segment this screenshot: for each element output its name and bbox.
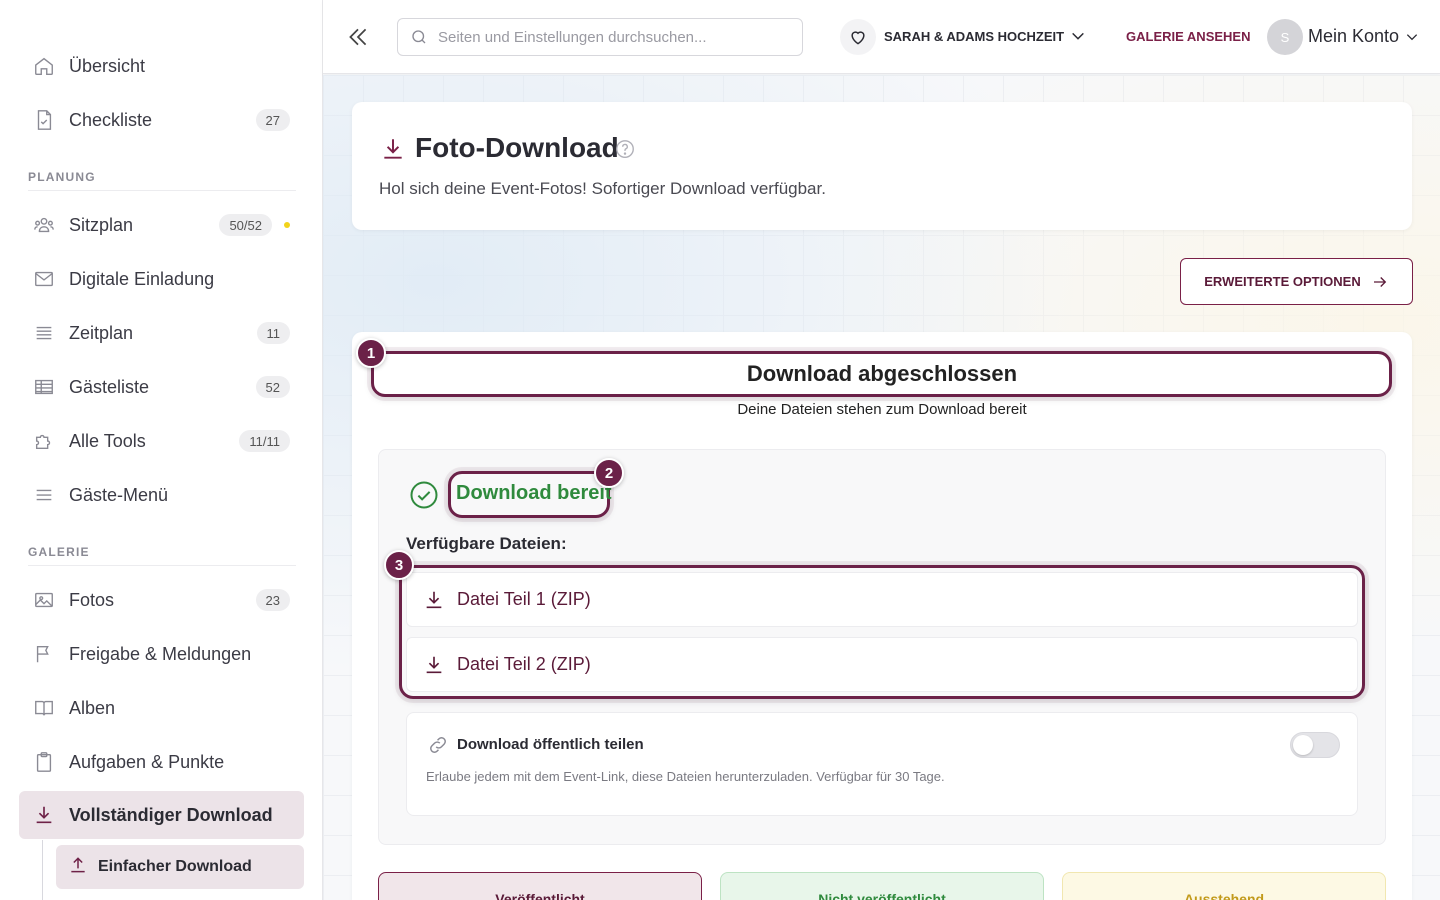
arrow-right-icon: [1373, 276, 1386, 287]
puzzle-icon: [33, 430, 55, 452]
status-subtitle: Deine Dateien stehen zum Download bereit: [737, 401, 1027, 418]
share-description: Erlaube jedem mit dem Event-Link, diese …: [426, 769, 945, 784]
sidebar-subitem-label: Einfacher Download: [98, 858, 252, 875]
view-gallery-link[interactable]: GALERIE ANSEHEN: [1126, 29, 1250, 44]
link-icon: [427, 734, 449, 761]
share-download-card: Download öffentlich teilen Erlaube jedem…: [406, 712, 1358, 816]
sidebar-item-guestlist[interactable]: Gästeliste 52: [19, 363, 304, 411]
sidebar-item-tasks[interactable]: Aufgaben & Punkte: [19, 738, 304, 786]
status-dot: [284, 222, 290, 228]
search-input[interactable]: [438, 28, 798, 46]
count-badge: 52: [255, 376, 290, 398]
sidebar-item-schedule[interactable]: Zeitplan 11: [19, 309, 304, 357]
sidebar-item-label: Digitale Einladung: [69, 268, 215, 289]
highlight-files: [399, 565, 1365, 699]
topbar: SARAH & ADAMS HOCHZEIT GALERIE ANSEHEN S…: [323, 0, 1440, 74]
sidebar-item-invitation[interactable]: Digitale Einladung: [19, 255, 304, 303]
count-badge: 23: [255, 589, 290, 611]
users-icon: [33, 214, 55, 236]
step-marker: 1: [356, 338, 386, 368]
section-divider: [28, 190, 296, 191]
sidebar-item-full-download[interactable]: Vollständiger Download: [19, 791, 304, 839]
sidebar-item-label: Vollständiger Download: [69, 804, 273, 825]
check-circle-icon: [409, 480, 439, 515]
collapse-sidebar-button[interactable]: [345, 24, 371, 50]
sidebar-item-label: Zeitplan: [69, 322, 134, 343]
menu-icon: [33, 484, 55, 506]
book-icon: [33, 697, 55, 719]
sidebar-item-guest-menu[interactable]: Gäste-Menü: [19, 471, 304, 519]
page-header-card: Foto-Download Hol sich deine Event-Fotos…: [352, 102, 1412, 230]
step-marker: 3: [384, 550, 414, 580]
account-menu[interactable]: Mein Konto: [1308, 26, 1399, 47]
sidebar-item-label: Gäste-Menü: [69, 484, 169, 505]
download-icon: [33, 804, 55, 826]
sidebar-item-label: Checkliste: [69, 109, 153, 130]
status-title: Download abgeschlossen: [746, 361, 1018, 386]
chevron-down-icon[interactable]: [1070, 28, 1086, 49]
sidebar-item-approval[interactable]: Freigabe & Meldungen: [19, 630, 304, 678]
sidebar-item-all-tools[interactable]: Alle Tools 11/11: [19, 417, 304, 465]
count-badge: 50/52: [219, 214, 272, 236]
sidebar-item-photos[interactable]: Fotos 23: [19, 576, 304, 624]
table-icon: [33, 376, 55, 398]
count-badge: 11/11: [239, 430, 290, 452]
clipboard-icon: [33, 751, 55, 773]
files-title: Verfügbare Dateien:: [406, 534, 567, 553]
tab-pending[interactable]: Ausstehend: [1062, 872, 1386, 900]
download-icon: [380, 136, 406, 167]
sidebar-item-label: Aufgaben & Punkte: [69, 751, 225, 772]
search-icon: [412, 30, 426, 44]
page-subtitle: Hol sich deine Event-Fotos! Sofortiger D…: [379, 179, 826, 198]
sidebar-item-seating[interactable]: Sitzplan 50/52: [19, 201, 304, 249]
count-badge: 27: [255, 109, 290, 131]
sidebar: Übersicht Checkliste 27 PLANUNG Sitzplan…: [0, 0, 323, 900]
share-title: Download öffentlich teilen: [457, 736, 644, 753]
advanced-options-button[interactable]: ERWEITERTE OPTIONEN: [1180, 258, 1413, 305]
sidebar-item-label: Freigabe & Meldungen: [69, 643, 252, 664]
sidebar-item-label: Gästeliste: [69, 376, 150, 397]
heart-icon: [851, 31, 865, 45]
section-label-gallery: GALERIE: [28, 545, 90, 559]
share-toggle[interactable]: [1290, 732, 1340, 758]
upload-icon: [68, 855, 88, 880]
toggle-knob: [1293, 735, 1313, 755]
sidebar-item-label: Fotos: [69, 589, 115, 610]
mail-icon: [33, 268, 55, 290]
timeline-icon: [33, 322, 55, 344]
advanced-options-label: ERWEITERTE OPTIONEN: [1204, 274, 1361, 289]
avatar[interactable]: S: [1267, 19, 1303, 55]
sidebar-item-label: Alben: [69, 697, 116, 718]
tab-unpublished[interactable]: Nicht veröffentlicht: [720, 872, 1044, 900]
tab-published[interactable]: Veröffentlicht: [378, 872, 702, 900]
page-title: Foto-Download: [415, 132, 619, 163]
home-icon: [33, 55, 55, 77]
double-chevron-left-icon: [349, 28, 367, 46]
sidebar-item-label: Sitzplan: [69, 214, 134, 235]
flag-icon: [33, 643, 55, 665]
event-heart-button[interactable]: [840, 19, 876, 55]
chevron-down-icon[interactable]: [1405, 30, 1419, 49]
sidebar-item-label: Übersicht: [69, 55, 146, 76]
submenu-guide-line: [42, 840, 43, 900]
event-selector[interactable]: SARAH & ADAMS HOCHZEIT: [884, 29, 1064, 44]
section-label-planning: PLANUNG: [28, 170, 96, 184]
ready-status-label: Download bereit: [456, 482, 612, 504]
sidebar-subitem-simple-download[interactable]: Einfacher Download: [56, 845, 304, 889]
section-divider: [28, 565, 296, 566]
image-icon: [33, 589, 55, 611]
count-badge: 11: [256, 322, 290, 344]
sidebar-item-albums[interactable]: Alben: [19, 684, 304, 732]
help-icon[interactable]: [614, 138, 636, 165]
checklist-icon: [33, 109, 55, 131]
search-box[interactable]: [397, 18, 803, 56]
step-marker: 2: [594, 458, 624, 488]
sidebar-item-label: Alle Tools: [69, 430, 146, 451]
sidebar-item-overview[interactable]: Übersicht: [19, 42, 304, 90]
sidebar-item-checklist[interactable]: Checkliste 27: [19, 96, 304, 144]
